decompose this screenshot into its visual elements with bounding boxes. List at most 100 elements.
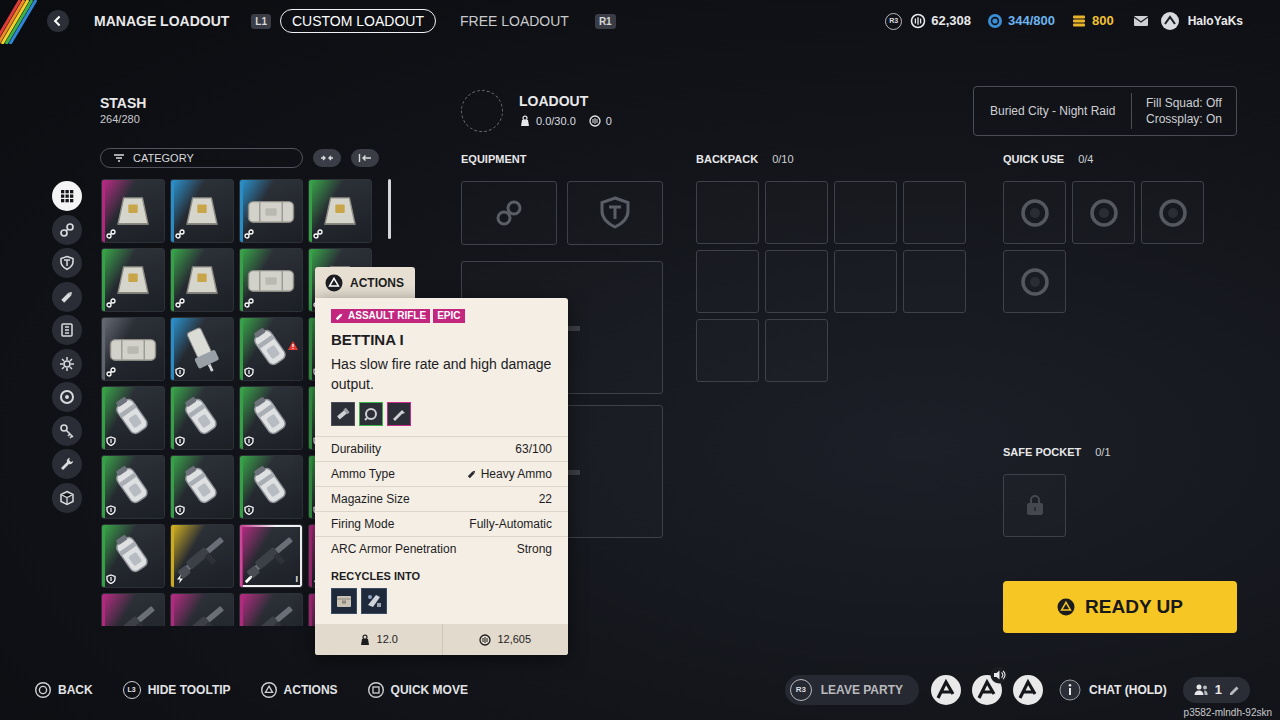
mod-badge-icon [106, 298, 116, 308]
party-member[interactable] [1011, 673, 1045, 707]
category-button[interactable] [52, 416, 82, 446]
tooltip-card: ASSAULT RIFLEEPICBETTINA IHas slow fire … [315, 298, 568, 655]
control-hint[interactable]: ACTIONS [261, 681, 338, 699]
control-hint[interactable]: QUICK MOVE [368, 681, 468, 699]
stash-item[interactable] [101, 455, 165, 519]
ready-up-label: READY UP [1085, 593, 1183, 622]
mod-slot[interactable] [331, 402, 355, 426]
category-button[interactable] [52, 349, 82, 379]
bottom-row: BACK L3HIDE TOOLTIP ACTIONS QUICK MOVE R3LEA… [35, 672, 1250, 708]
backpack-slot[interactable] [696, 250, 759, 313]
category-button[interactable] [52, 449, 82, 479]
stash-item[interactable] [170, 455, 234, 519]
quick-use-slot[interactable] [1072, 181, 1135, 244]
loadout-emblem[interactable] [461, 90, 503, 132]
augment-slot[interactable] [461, 181, 557, 245]
mod-slot[interactable] [387, 402, 411, 426]
collapse-button[interactable] [313, 149, 341, 167]
stash-item[interactable] [170, 179, 234, 243]
back-button[interactable] [47, 10, 69, 32]
stat-row: Durability63/100 [315, 436, 568, 461]
stash-item[interactable] [170, 248, 234, 312]
backpack-slot[interactable] [834, 250, 897, 313]
category-button[interactable] [52, 282, 82, 312]
loadout-tab[interactable]: FREE LOADOUT [448, 9, 581, 33]
party-count: 1 [1215, 680, 1222, 700]
leave-party-label: LEAVE PARTY [821, 681, 903, 699]
backpack-slot[interactable] [903, 250, 966, 313]
stash-item[interactable] [308, 179, 372, 243]
category-filter-label: CATEGORY [133, 150, 194, 167]
stash-item[interactable] [101, 317, 165, 381]
backpack-slot[interactable] [765, 319, 828, 382]
backpack-slot[interactable] [834, 181, 897, 244]
party-member[interactable] [970, 673, 1004, 707]
actions-tab[interactable]: ACTIONS [315, 267, 415, 298]
party-member[interactable] [929, 673, 963, 707]
item-stats: Durability63/100Ammo TypeHeavy AmmoMagaz… [315, 436, 568, 561]
rifle-icon [171, 594, 233, 626]
category-button[interactable] [52, 248, 82, 278]
stash-item[interactable] [101, 179, 165, 243]
party-size[interactable]: 1 [1183, 677, 1250, 703]
stash-item[interactable] [170, 593, 234, 626]
stash-item[interactable] [239, 317, 303, 381]
category-button[interactable] [52, 215, 82, 245]
chat-hint[interactable]: CHAT (HOLD) [1059, 679, 1167, 701]
backpack-slot[interactable] [696, 319, 759, 382]
mod-badge-icon [313, 229, 323, 239]
category-rail [52, 42, 82, 513]
category-button[interactable] [52, 483, 82, 513]
category-button[interactable] [52, 382, 82, 412]
quick-use-slot[interactable] [1003, 250, 1066, 313]
quick-use-slot[interactable] [1003, 181, 1066, 244]
loadout-tab[interactable]: CUSTOM LOADOUT [280, 9, 436, 33]
control-hint[interactable]: BACK [35, 681, 93, 699]
category-button[interactable] [52, 315, 82, 345]
stash-item[interactable] [239, 593, 303, 626]
recycle-item[interactable] [331, 588, 357, 614]
misc-category-icon [59, 490, 75, 506]
stash-item[interactable] [170, 317, 234, 381]
stash-scrollbar[interactable] [388, 179, 391, 239]
stash-item[interactable] [170, 386, 234, 450]
stash-item[interactable] [101, 524, 165, 588]
stash-item[interactable] [101, 248, 165, 312]
edit-icon [1228, 683, 1240, 697]
raider-logo-icon [1011, 673, 1045, 707]
leave-party-button[interactable]: R3LEAVE PARTY [785, 675, 919, 705]
blue-currency-icon [987, 13, 1003, 29]
backpack-slot[interactable] [696, 181, 759, 244]
mod-slot[interactable] [359, 402, 383, 426]
stash-item[interactable] [170, 524, 234, 588]
stat-value-group: Heavy Ammo [467, 465, 552, 483]
section-title: QUICK USE [1003, 152, 1064, 166]
stash-item[interactable] [239, 455, 303, 519]
backpack-slot[interactable] [903, 181, 966, 244]
category-filter[interactable]: CATEGORY [100, 148, 303, 168]
gold-currency-icon [1071, 13, 1087, 29]
safe-pocket-slot[interactable] [1003, 474, 1066, 537]
section-count: 0/4 [1078, 152, 1093, 166]
quick-use-slot[interactable] [1141, 181, 1204, 244]
ready-up-button[interactable]: READY UP [1003, 581, 1237, 633]
sort-button[interactable] [351, 149, 379, 167]
item-value-amount: 12,605 [497, 631, 531, 648]
shield-slot[interactable] [567, 181, 663, 245]
stash-item[interactable] [239, 248, 303, 312]
backpack-slot[interactable] [765, 250, 828, 313]
stash-item[interactable] [101, 593, 165, 626]
stash-item[interactable] [239, 179, 303, 243]
party-members [929, 673, 1045, 707]
stash-item[interactable]: I [239, 524, 303, 588]
stat-value-group: 63/100 [515, 440, 552, 458]
backpack-slot[interactable] [765, 181, 828, 244]
mail-button[interactable] [1130, 10, 1152, 32]
stash-item[interactable] [239, 386, 303, 450]
stash-item[interactable] [101, 386, 165, 450]
category-button[interactable] [52, 181, 82, 211]
control-hint[interactable]: L3HIDE TOOLTIP [123, 681, 231, 699]
parts-icon [334, 591, 354, 611]
recycle-item[interactable] [361, 588, 387, 614]
currency: 800 [1071, 11, 1114, 31]
